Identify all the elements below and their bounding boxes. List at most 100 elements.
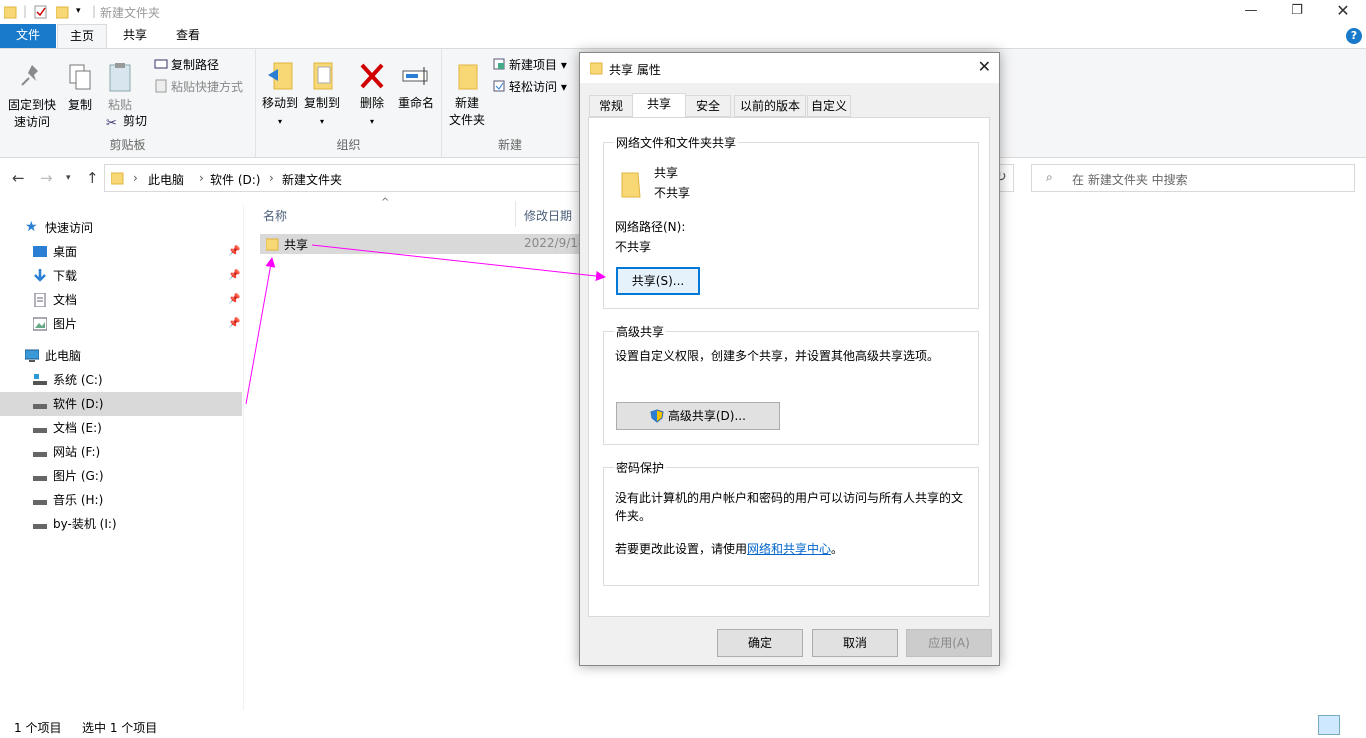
tab-file[interactable]: 文件 [0, 24, 56, 48]
file-date: 2022/9/18 [524, 236, 586, 250]
nav-quick-access[interactable]: ★ 快速访问 [0, 216, 242, 240]
paste-shortcut-icon [155, 79, 167, 93]
nav-drive-d[interactable]: 软件 (D:) [0, 392, 242, 416]
item-count: 1 个项目 [14, 721, 62, 735]
drive-icon [33, 404, 47, 409]
tab-home[interactable]: 主页 [57, 24, 107, 49]
details-view-icon[interactable] [1318, 715, 1340, 735]
copy-button[interactable]: 复制 [60, 61, 100, 114]
nav-pictures[interactable]: 图片 📌 [0, 312, 242, 336]
nav-drive-i[interactable]: by-装机 (I:) [0, 512, 242, 536]
close-button[interactable]: ✕ [1320, 0, 1366, 24]
move-to-button[interactable]: 移动到 ▾ [260, 59, 300, 130]
large-icons-view-icon[interactable] [1344, 715, 1362, 735]
up-arrow-icon[interactable]: ↑ [86, 169, 99, 187]
drive-icon [33, 500, 47, 505]
group-new: 新建 文件夹 新建项目 ▾ 轻松访问 ▾ 新建 [442, 49, 578, 157]
column-header-date[interactable]: 修改日期 [524, 207, 572, 224]
copy-icon [69, 64, 91, 90]
advanced-share-desc: 设置自定义权限，创建多个共享，并设置其他高级共享选项。 [615, 349, 940, 363]
file-name: 共享 [284, 238, 309, 252]
new-folder-icon[interactable] [56, 4, 70, 20]
easy-access-button[interactable]: 轻松访问 ▾ [492, 77, 567, 97]
breadcrumb-this-pc[interactable]: 此电脑 [148, 171, 184, 188]
pin-quick-access-button[interactable]: 固定到快 速访问 [4, 61, 60, 131]
paste-shortcut-button[interactable]: 粘贴快捷方式 [154, 77, 243, 97]
copy-path-button[interactable]: 复制路径 [154, 55, 219, 75]
dtab-customize[interactable]: 自定义 [807, 95, 851, 117]
tab-view[interactable]: 查看 [164, 24, 212, 48]
delete-button[interactable]: 删除 ▾ [354, 59, 390, 130]
recent-dropdown-icon[interactable]: ▾ [66, 173, 71, 183]
apply-button[interactable]: 应用(A) [906, 629, 992, 657]
folder-icon [111, 172, 124, 185]
back-arrow-icon[interactable]: ← [12, 169, 25, 187]
nav-desktop[interactable]: 桌面 📌 [0, 240, 242, 264]
network-path-value: 不共享 [615, 240, 652, 254]
dtab-share[interactable]: 共享 [632, 93, 686, 118]
paste-button[interactable]: 粘贴 [100, 61, 140, 114]
network-path-label: 网络路径(N): [615, 220, 686, 234]
share-button[interactable]: 共享(S)... [616, 267, 700, 295]
password-desc-line2: 件夹。 [615, 509, 652, 523]
document-icon [34, 293, 46, 307]
help-icon[interactable]: ? [1346, 28, 1362, 44]
nav-drive-c[interactable]: 系统 (C:) [0, 368, 242, 392]
pin-icon [21, 65, 38, 86]
nav-this-pc[interactable]: 此电脑 [0, 344, 242, 368]
nav-downloads[interactable]: 下载 📌 [0, 264, 242, 288]
folder-icon [266, 238, 279, 251]
restore-button[interactable]: ❐ [1274, 0, 1320, 24]
dtab-general[interactable]: 常规 [589, 95, 633, 117]
advanced-share-button[interactable]: 高级共享(D)... [616, 402, 780, 430]
rename-button[interactable]: 重命名 [394, 59, 438, 112]
new-item-button[interactable]: 新建项目 ▾ [492, 55, 567, 75]
drive-icon [33, 428, 47, 433]
ok-button[interactable]: 确定 [717, 629, 803, 657]
new-folder-button[interactable]: 新建 文件夹 [446, 59, 488, 129]
share-tab-panel: 网络文件和文件夹共享 共享 不共享 网络路径(N): 不共享 共享(S)... … [588, 117, 990, 617]
folder-icon [621, 172, 641, 198]
password-protection-title: 密码保护 [614, 459, 667, 476]
tab-share[interactable]: 共享 [110, 24, 160, 48]
breadcrumb-drive-d[interactable]: 软件 (D:) [210, 171, 260, 188]
uac-shield-icon [650, 409, 664, 423]
drive-icon [33, 452, 47, 457]
customize-qat-icon[interactable]: ▾ [76, 6, 81, 22]
properties-icon[interactable] [34, 4, 48, 20]
new-folder-icon [458, 64, 478, 90]
new-group-label: 新建 [497, 138, 522, 152]
delete-x-icon [360, 63, 384, 89]
folder-icon [590, 62, 603, 75]
dtab-security[interactable]: 安全 [685, 95, 731, 117]
nav-documents[interactable]: 文档 📌 [0, 288, 242, 312]
nav-drive-e[interactable]: 文档 (E:) [0, 416, 242, 440]
minimize-button[interactable]: — [1228, 0, 1274, 24]
dialog-title-bar: 共享 属性 ✕ [580, 53, 999, 83]
search-box[interactable]: ⌕ 在 新建文件夹 中搜索 [1031, 164, 1355, 192]
organize-group-label: 组织 [336, 138, 361, 152]
nav-drive-g[interactable]: 图片 (G:) [0, 464, 242, 488]
network-sharing-center-link[interactable]: 网络和共享中心 [747, 542, 831, 556]
scissors-icon: ✂ [106, 116, 117, 131]
nav-drive-f[interactable]: 网站 (F:) [0, 440, 242, 464]
drive-icon [33, 524, 47, 529]
dialog-close-icon[interactable]: ✕ [978, 57, 991, 76]
advanced-share-title: 高级共享 [614, 323, 667, 340]
move-to-icon [268, 62, 293, 90]
network-share-title: 网络文件和文件夹共享 [614, 134, 739, 151]
column-header-name[interactable]: 名称 [263, 207, 287, 224]
search-placeholder: 在 新建文件夹 中搜索 [1072, 173, 1188, 187]
cut-button[interactable]: ✂ 剪切 [106, 111, 147, 131]
dtab-previous-versions[interactable]: 以前的版本 [734, 95, 806, 117]
cancel-button[interactable]: 取消 [812, 629, 898, 657]
drive-icon [33, 476, 47, 481]
forward-arrow-icon[interactable]: → [40, 169, 53, 187]
file-row[interactable]: 共享 2022/9/18 [260, 234, 586, 254]
explorer-window: | ▾ | 新建文件夹 — ❐ ✕ 文件 主页 共享 查看 ⌃ ? 固定到快速访… [0, 0, 1366, 738]
breadcrumb-current-folder[interactable]: 新建文件夹 [282, 171, 342, 188]
password-desc-line1: 没有此计算机的用户帐户和密码的用户可以访问与所有人共享的文 [615, 491, 964, 505]
copy-to-button[interactable]: 复制到 ▾ [302, 59, 342, 130]
title-bar: | ▾ | 新建文件夹 — ❐ ✕ [0, 0, 1366, 24]
nav-drive-h[interactable]: 音乐 (H:) [0, 488, 242, 512]
